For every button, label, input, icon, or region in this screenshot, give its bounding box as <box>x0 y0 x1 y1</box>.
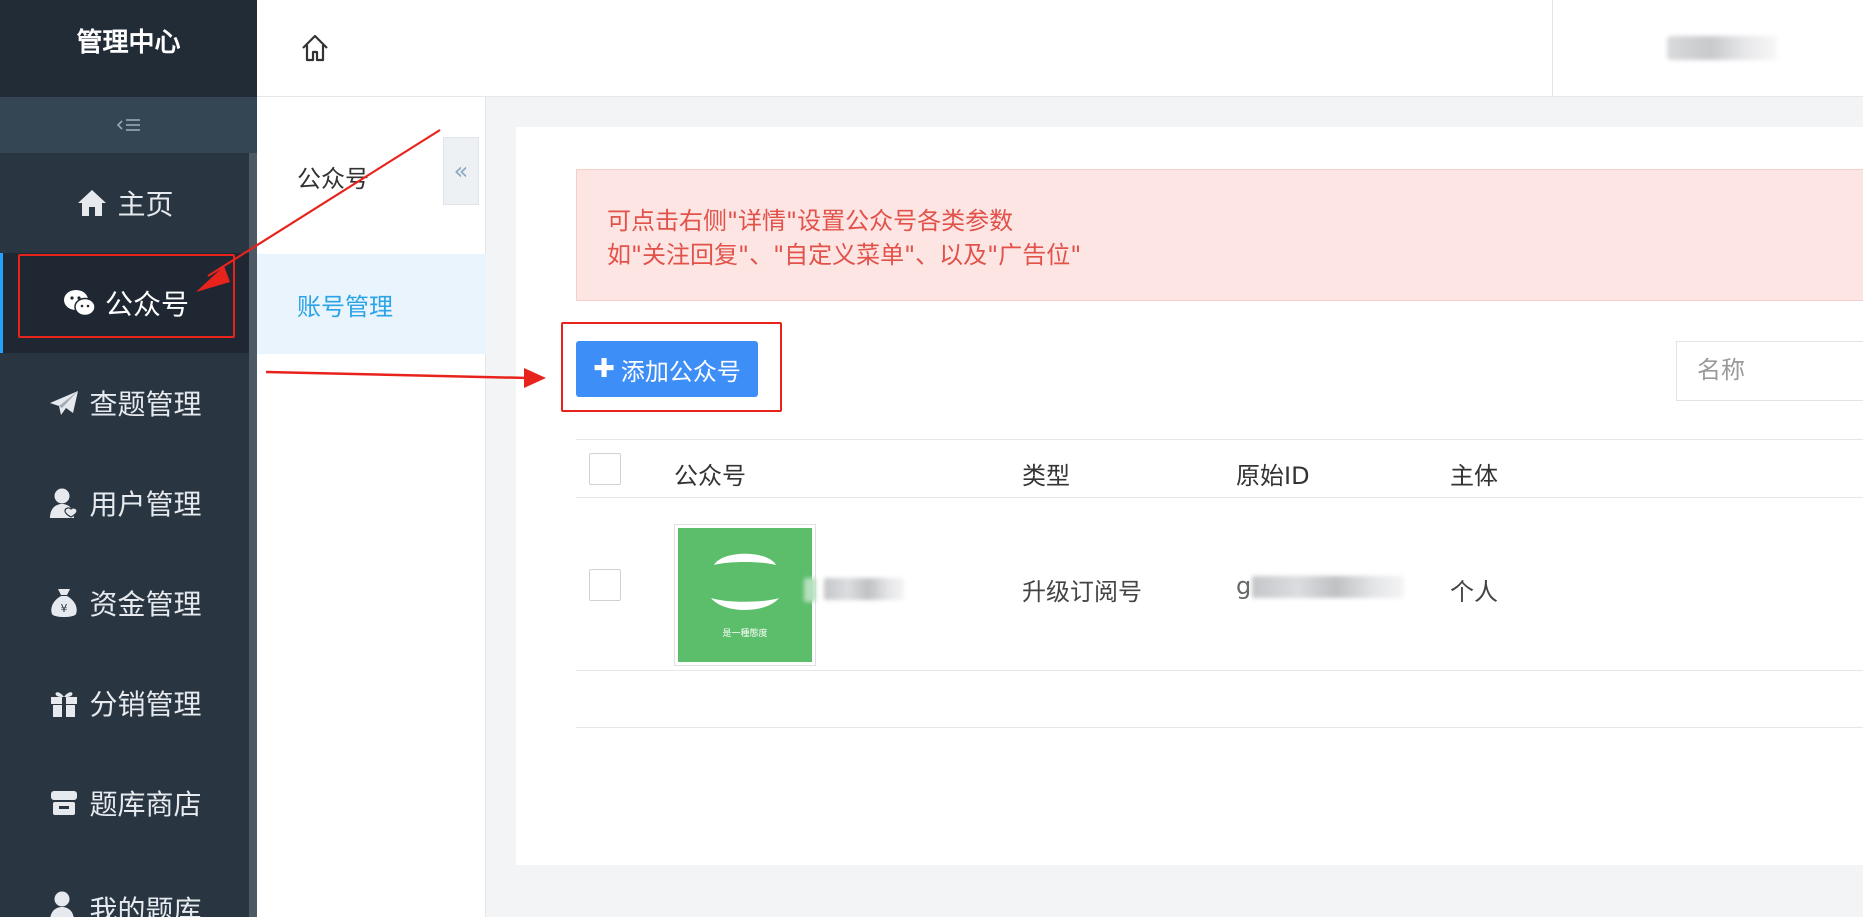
search-name-input[interactable] <box>1676 341 1863 401</box>
sidebar-item-label: 我的题库 <box>89 894 202 917</box>
subnav-title: 公众号 <box>297 165 369 193</box>
sidebar-item-label: 用户管理 <box>89 488 202 521</box>
original-id-redacted <box>1252 576 1404 598</box>
row-checkbox[interactable] <box>589 569 621 601</box>
account-type: 升级订阅号 <box>1022 578 1142 606</box>
redacted-mark <box>804 578 816 602</box>
alert-line: 可点击右侧"详情"设置公众号各类参数 <box>607 207 1014 235</box>
table-border <box>576 670 1863 671</box>
store-icon <box>47 786 81 820</box>
original-id-prefix: g <box>1236 572 1252 600</box>
sidebar-item-questions[interactable]: 查题管理 <box>0 353 249 453</box>
home-icon <box>75 186 109 220</box>
select-all-checkbox[interactable] <box>589 453 621 485</box>
money-bag-icon: ¥ <box>47 586 81 620</box>
home-icon[interactable] <box>297 30 333 66</box>
column-header-account: 公众号 <box>674 462 746 490</box>
svg-text:¥: ¥ <box>61 602 68 615</box>
sidebar-scrollbar[interactable] <box>249 153 257 917</box>
paper-plane-icon <box>47 386 81 420</box>
table-row: 是一種態度 升级订阅号 g 个人 <box>576 498 1863 670</box>
user-icon <box>47 486 81 520</box>
sidebar-item-label: 分销管理 <box>89 688 202 721</box>
account-avatar: 是一種態度 <box>674 524 816 666</box>
sidebar-item-label: 题库商店 <box>89 788 202 821</box>
main-content: 可点击右侧"详情"设置公众号各类参数 如"关注回复"、"自定义菜单"、以及"广告… <box>516 127 1863 865</box>
account-name-redacted <box>824 578 904 600</box>
app-title: 管理中心 <box>0 0 257 97</box>
sidebar-item-distribution[interactable]: 分销管理 <box>0 653 249 753</box>
table-border <box>576 439 1863 440</box>
sidebar-item-users[interactable]: 用户管理 <box>0 453 249 553</box>
user-menu-redacted[interactable] <box>1667 36 1777 60</box>
subnav-item-account-management[interactable]: 账号管理 <box>257 254 486 354</box>
gift-icon <box>47 686 81 720</box>
column-header-original-id: 原始ID <box>1236 462 1310 490</box>
menu-collapse-icon <box>116 119 140 131</box>
user-icon <box>47 889 81 917</box>
sidebar-item-label: 主页 <box>117 188 174 221</box>
sidebar-item-label: 资金管理 <box>89 588 202 621</box>
sidebar-collapse-button[interactable] <box>0 97 257 153</box>
account-subject: 个人 <box>1450 578 1498 606</box>
alert-line: 如"关注回复"、"自定义菜单"、以及"广告位" <box>607 241 1082 269</box>
column-header-type: 类型 <box>1022 462 1070 490</box>
header-divider <box>1552 0 1553 97</box>
sidebar-item-label: 查题管理 <box>89 388 202 421</box>
sidebar-item-home[interactable]: 主页 <box>0 153 249 253</box>
top-header <box>257 0 1863 97</box>
highlight-box-add-button <box>561 322 782 412</box>
sub-navigation: 公众号 « 账号管理 <box>257 97 486 917</box>
subnav-item-label: 账号管理 <box>297 293 393 321</box>
sidebar-item-funds[interactable]: ¥ 资金管理 <box>0 553 249 653</box>
avatar-caption: 是一種態度 <box>722 629 768 639</box>
sidebar-item-my-bank[interactable]: 我的题库 <box>0 853 249 917</box>
table-border <box>576 727 1863 728</box>
subnav-collapse-button[interactable]: « <box>443 137 479 205</box>
sidebar-item-store[interactable]: 题库商店 <box>0 753 249 853</box>
avatar-image: 是一種態度 <box>678 528 812 662</box>
main-sidebar: 管理中心 主页 公众号 查题管理 用户管理 ¥ 资金管理 分销管理 题库商店 我… <box>0 0 257 917</box>
info-alert: 可点击右侧"详情"设置公众号各类参数 如"关注回复"、"自定义菜单"、以及"广告… <box>576 169 1863 301</box>
highlight-box-wechat <box>18 254 235 338</box>
double-chevron-left-icon: « <box>453 157 469 185</box>
column-header-subject: 主体 <box>1450 462 1498 490</box>
